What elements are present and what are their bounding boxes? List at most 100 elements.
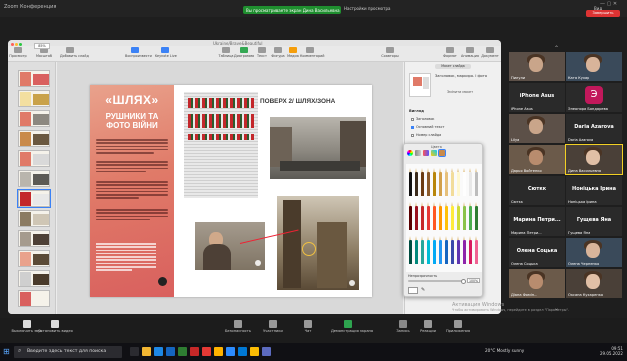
- opacity-slider[interactable]: [408, 280, 464, 282]
- participant-tile[interactable]: Э Элеонора Бондарева: [566, 83, 622, 112]
- toolbar-collab-button[interactable]: Соавторы: [380, 47, 400, 58]
- current-slide[interactable]: «ШЛЯХ» РУШНИКИ ТА ФОТО ВІЙНИ ПОВЕРХ 2/ Ш…: [90, 85, 372, 297]
- pencil-swatch[interactable]: [421, 168, 424, 196]
- participant-tile[interactable]: Пилули: [509, 52, 565, 81]
- participant-tile[interactable]: Lilya: [509, 114, 565, 143]
- pencil-swatch[interactable]: [409, 202, 412, 230]
- task-view-icon[interactable]: [130, 347, 139, 356]
- pencil-swatch[interactable]: [439, 202, 442, 230]
- pencil-swatch[interactable]: [415, 202, 418, 230]
- participant-tile[interactable]: Оксана Кухаренко: [566, 269, 622, 298]
- current-color-swatch[interactable]: [408, 287, 418, 294]
- reactions-button[interactable]: Реакции: [411, 320, 445, 333]
- slide-navigator[interactable]: [8, 62, 56, 314]
- person-video-thumbnail[interactable]: [195, 222, 265, 270]
- body-checkbox[interactable]: Основний текст: [411, 125, 444, 129]
- pencil-swatch[interactable]: [457, 236, 460, 264]
- pencil-swatch[interactable]: [445, 202, 448, 230]
- participant-tile[interactable]: Сюткк Сюткк: [509, 176, 565, 205]
- toolbar-chart-button[interactable]: Диаграмма: [234, 47, 254, 58]
- zoom-select[interactable]: 85%: [34, 43, 50, 49]
- toolbar-document-button[interactable]: Документ: [480, 47, 500, 58]
- pencil-swatch[interactable]: [427, 236, 430, 264]
- pencil-swatch[interactable]: [457, 202, 460, 230]
- camera-button[interactable]: Остановить видео: [38, 320, 73, 333]
- slide-thumbnail[interactable]: [18, 170, 50, 187]
- slide-thumbnail[interactable]: [18, 90, 50, 107]
- toolbar-live-button[interactable]: Keynote Live: [155, 47, 177, 58]
- pencil-swatch[interactable]: [451, 168, 454, 196]
- zoom-icon[interactable]: [226, 347, 235, 356]
- pencil-swatch[interactable]: [433, 202, 436, 230]
- apps-button[interactable]: Приложения: [441, 320, 475, 333]
- toolbar-comment-button[interactable]: Комментарий: [300, 47, 325, 58]
- shield-button[interactable]: Безопасность: [221, 320, 255, 333]
- participant-tile[interactable]: Олена Соцька Олена Соцька: [509, 238, 565, 267]
- toolbar-view-button[interactable]: Просмотр: [8, 47, 28, 58]
- pencil-swatch[interactable]: [475, 236, 478, 264]
- pencil-swatch[interactable]: [457, 168, 460, 196]
- participant-tile[interactable]: Daria Azarova Daria Azarova: [566, 114, 622, 143]
- pencil-swatch[interactable]: [469, 202, 472, 230]
- end-meeting-button[interactable]: Завершить: [586, 10, 620, 17]
- play-icon[interactable]: [349, 280, 355, 286]
- excel-icon[interactable]: [178, 347, 187, 356]
- edge-icon[interactable]: [154, 347, 163, 356]
- pencils-icon[interactable]: [438, 149, 446, 157]
- palettes-icon[interactable]: [423, 150, 429, 156]
- view-options-button[interactable]: Настройки просмотра: [344, 6, 390, 11]
- participant-tile[interactable]: Ноніцька Ірина Ноніцька Ірина: [566, 176, 622, 205]
- pencil-swatch[interactable]: [421, 236, 424, 264]
- word-icon[interactable]: [166, 347, 175, 356]
- chrome-icon[interactable]: [214, 347, 223, 356]
- participant-tile[interactable]: Дина Васильевна: [565, 144, 623, 175]
- slide-thumbnail[interactable]: [18, 130, 50, 147]
- pencil-swatch[interactable]: [451, 202, 454, 230]
- participants-button[interactable]: Участники: [256, 320, 290, 333]
- pencil-swatch[interactable]: [451, 236, 454, 264]
- towels-photo[interactable]: [184, 92, 258, 198]
- color-wheel-icon[interactable]: [407, 150, 413, 156]
- opacity-value-field[interactable]: 100%: [467, 278, 480, 283]
- pencil-swatch[interactable]: [463, 236, 466, 264]
- slide-thumbnail[interactable]: [17, 189, 51, 208]
- sliders-icon[interactable]: [415, 150, 421, 156]
- slide-thumbnail[interactable]: [18, 70, 50, 87]
- pencil-swatch[interactable]: [439, 168, 442, 196]
- pencil-swatch[interactable]: [439, 236, 442, 264]
- pencil-swatch[interactable]: [433, 168, 436, 196]
- participant-tile[interactable]: Марина Петри... Марина Петри...: [509, 207, 565, 236]
- teams-icon[interactable]: [262, 347, 271, 356]
- pencil-swatch[interactable]: [463, 168, 466, 196]
- pencil-swatch[interactable]: [469, 236, 472, 264]
- participant-tile[interactable]: Катя Кухар: [566, 52, 622, 81]
- pencil-swatch[interactable]: [415, 168, 418, 196]
- participant-tile[interactable]: Гущева Яна Гущева Яна: [566, 207, 622, 236]
- share-button[interactable]: Демонстрация экрана: [331, 320, 373, 333]
- play-icon[interactable]: [255, 260, 261, 266]
- pencil-swatch[interactable]: [475, 202, 478, 230]
- toolbar-format-button[interactable]: Формат: [440, 47, 460, 58]
- toolbar-animate-button[interactable]: Анимация: [460, 47, 480, 58]
- chat-button[interactable]: Чат: [291, 320, 325, 333]
- layout-thumbnail[interactable]: [409, 73, 431, 97]
- pencil-swatch[interactable]: [463, 202, 466, 230]
- slide-thumbnail[interactable]: [18, 290, 50, 307]
- pencil-swatch[interactable]: [427, 168, 430, 196]
- street-war-photo[interactable]: [270, 117, 366, 179]
- title-checkbox[interactable]: Заголовок: [411, 117, 434, 121]
- ruined-building-photo[interactable]: [277, 196, 359, 290]
- pencil-swatch[interactable]: [469, 168, 472, 196]
- image-palettes-icon[interactable]: [431, 150, 437, 156]
- opacity-slider-knob[interactable]: [461, 278, 466, 284]
- slide-thumbnail[interactable]: [18, 250, 50, 267]
- pencil-palette[interactable]: [406, 164, 482, 272]
- photos-icon[interactable]: [250, 347, 259, 356]
- slide-thumbnail[interactable]: [18, 230, 50, 247]
- participant-tile[interactable]: Дарья Войтенко: [509, 145, 565, 174]
- weather-widget[interactable]: 20°C Mostly sunny: [485, 348, 524, 353]
- toolbar-play-button[interactable]: Воспроизвести: [125, 47, 152, 58]
- taskbar-clock[interactable]: 09:51 29.05.2022: [600, 346, 623, 356]
- pencil-swatch[interactable]: [445, 168, 448, 196]
- pencil-swatch[interactable]: [421, 202, 424, 230]
